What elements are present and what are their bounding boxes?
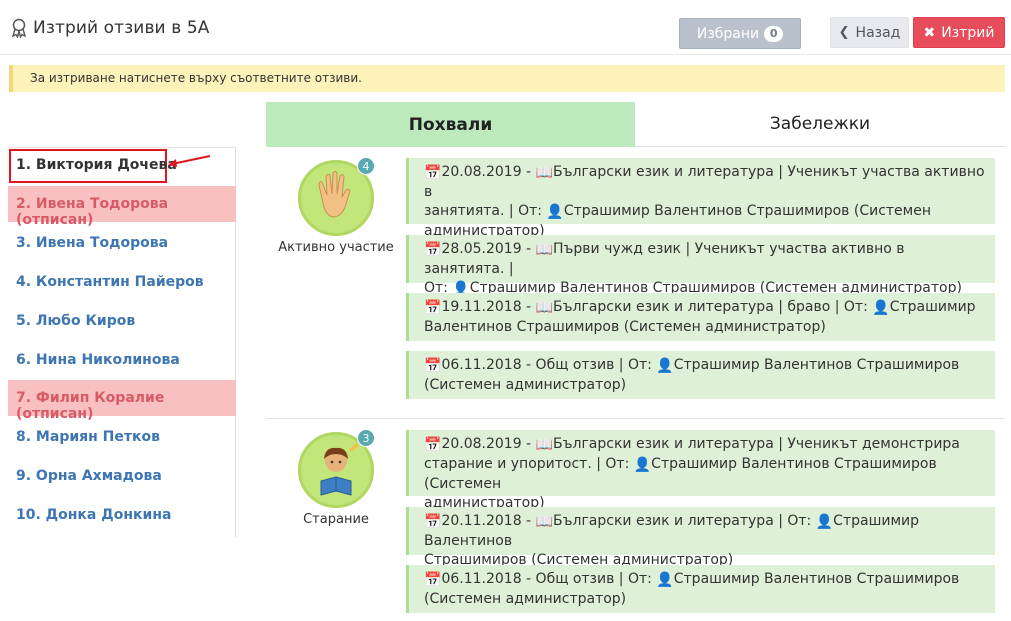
entry-date: 20.08.2019 - xyxy=(441,436,536,452)
user-icon: 👤 xyxy=(872,300,890,316)
book-icon: 📖 xyxy=(535,165,553,181)
entry-date: 28.05.2019 - xyxy=(441,241,536,257)
favorites-count-badge: 0 xyxy=(764,25,784,42)
entry-date: 06.11.2018 - Общ отзив | От: xyxy=(441,571,657,587)
student-name: 7. Филип Коралие (отписан) xyxy=(16,390,165,422)
entry-date: 20.11.2018 - xyxy=(441,513,536,529)
entry-text: старание и упоритост. | От: xyxy=(424,456,634,472)
student-item[interactable]: 5. Любо Киров xyxy=(8,303,236,339)
calendar-icon: 📅 xyxy=(424,242,442,258)
entry-author: Страшимир Валентинов Страшимиров xyxy=(673,571,960,587)
annotation-arrow-icon xyxy=(168,155,211,167)
delete-button[interactable]: ✖ Изтрий xyxy=(913,17,1005,48)
user-icon: 👤 xyxy=(656,358,674,374)
tab-notes[interactable]: Забележки xyxy=(635,102,1005,147)
student-item[interactable]: 2. Ивена Тодорова (отписан) xyxy=(8,186,236,228)
entry-text: занятията. | От: xyxy=(424,203,547,219)
calendar-icon: 📅 xyxy=(424,572,442,588)
calendar-icon: 📅 xyxy=(424,358,442,374)
chevron-left-icon: ❮ xyxy=(838,25,850,40)
entry-date: 20.08.2019 - xyxy=(441,164,536,180)
back-label: Назад xyxy=(855,24,901,41)
entry-subject: Български език и литература | Ученикът д… xyxy=(553,436,960,452)
page-header: Изтрий отзиви в 5А Избрани 0 ❮ Назад ✖ И… xyxy=(0,0,1011,55)
book-icon: 📖 xyxy=(535,242,553,258)
user-icon: 👤 xyxy=(815,514,834,530)
student-name: 4. Константин Пайеров xyxy=(16,274,204,290)
student-name: 9. Орна Ахмадова xyxy=(16,468,162,484)
category-count-badge: 4 xyxy=(357,157,375,175)
entry-text: Валентинов Страшимиров (Системен админис… xyxy=(424,319,826,335)
feedback-entry[interactable]: 📅06.11.2018 - Общ отзив | От: 👤Страшимир… xyxy=(406,351,995,399)
feedback-entry[interactable]: 📅06.11.2018 - Общ отзив | От: 👤Страшимир… xyxy=(406,565,995,613)
page-title: Изтрий отзиви в 5А xyxy=(33,18,210,38)
feedback-entry[interactable]: 📅19.11.2018 - 📖Български език и литерату… xyxy=(406,293,995,341)
user-icon: 👤 xyxy=(633,457,652,473)
student-name: 2. Ивена Тодорова (отписан) xyxy=(16,196,169,228)
award-icon xyxy=(11,18,27,38)
user-icon: 👤 xyxy=(546,204,564,220)
feedback-entry[interactable]: 📅28.05.2019 - 📖Първи чужд език | Ученикъ… xyxy=(406,235,995,297)
student-item[interactable]: 8. Мариян Петков xyxy=(8,419,236,455)
entry-date: 06.11.2018 - Общ отзив | От: xyxy=(441,357,657,373)
entry-subject: Български език и литература | браво | От… xyxy=(553,299,873,315)
book-icon: 📖 xyxy=(535,437,553,453)
user-icon: 👤 xyxy=(656,572,674,588)
calendar-icon: 📅 xyxy=(424,514,442,530)
close-icon: ✖ xyxy=(923,24,936,41)
feedback-entry[interactable]: 📅20.08.2019 - 📖Български език и литерату… xyxy=(406,158,995,239)
book-icon: 📖 xyxy=(535,300,553,316)
student-name: 8. Мариян Петков xyxy=(16,429,160,445)
student-name: 5. Любо Киров xyxy=(16,313,136,329)
category-count-badge: 3 xyxy=(357,429,375,447)
info-alert: За изтриване натиснете върху съответните… xyxy=(9,65,1005,92)
student-name: 6. Нина Николинова xyxy=(16,352,180,368)
student-item[interactable]: 4. Константин Пайеров xyxy=(8,264,236,300)
student-item[interactable]: 10. Донка Донкина xyxy=(8,497,236,533)
book-icon: 📖 xyxy=(535,514,553,530)
student-item[interactable]: 6. Нина Николинова xyxy=(8,342,236,378)
back-button[interactable]: ❮ Назад xyxy=(830,17,909,48)
student-item[interactable]: 9. Орна Ахмадова xyxy=(8,458,236,494)
favorites-label: Избрани xyxy=(696,25,760,42)
student-name: 3. Ивена Тодорова xyxy=(16,235,169,251)
category-divider xyxy=(266,418,1005,419)
calendar-icon: 📅 xyxy=(424,165,442,181)
entry-author: Страшимир xyxy=(889,299,976,315)
entry-author: Страшимир Валентинов Страшимиров xyxy=(673,357,960,373)
calendar-icon: 📅 xyxy=(424,300,442,316)
entry-text: (Системен администратор) xyxy=(424,591,627,607)
student-item[interactable]: 7. Филип Коралие (отписан) xyxy=(8,380,236,422)
entry-author: Страшимир Валентинов Страшимиров (Систем… xyxy=(563,203,931,219)
student-list: 1. Виктория Дочева 2. Ивена Тодорова (от… xyxy=(8,147,236,537)
entry-date: 19.11.2018 - xyxy=(441,299,536,315)
student-item[interactable]: 3. Ивена Тодорова xyxy=(8,225,236,261)
favorites-button[interactable]: Избрани 0 xyxy=(679,18,801,49)
feedback-entry[interactable]: 📅20.08.2019 - 📖Български език и литерату… xyxy=(406,430,995,511)
student-name: 10. Донка Донкина xyxy=(16,507,172,523)
feedback-entry[interactable]: 📅20.11.2018 - 📖Български език и литерату… xyxy=(406,507,995,568)
calendar-icon: 📅 xyxy=(424,437,442,453)
delete-label: Изтрий xyxy=(941,24,995,41)
entry-text: (Системен администратор) xyxy=(424,377,627,393)
tab-praise[interactable]: Похвали xyxy=(266,102,635,147)
category-label: Активно участие xyxy=(278,240,394,255)
title-group: Изтрий отзиви в 5А xyxy=(10,18,209,38)
student-name: 1. Виктория Дочева xyxy=(16,157,177,173)
category-label: Старание xyxy=(303,512,369,527)
entry-subject: Български език и литература | От: xyxy=(553,513,816,529)
